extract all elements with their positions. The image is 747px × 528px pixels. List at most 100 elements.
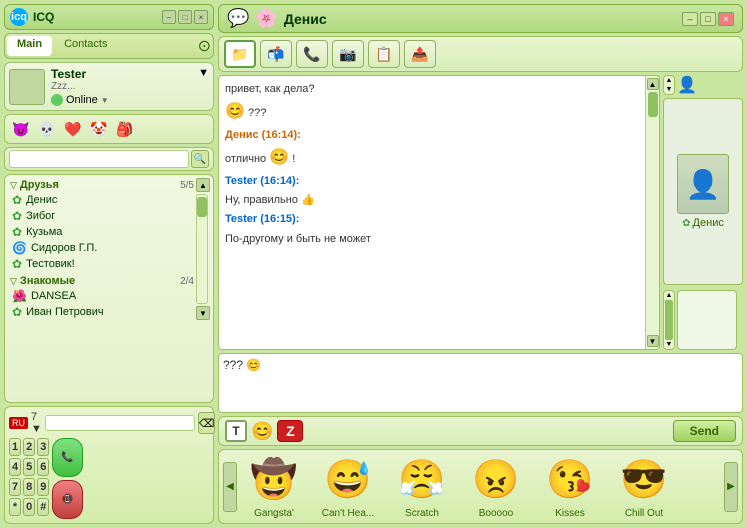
scrollbar-thumb[interactable] xyxy=(648,92,658,117)
mood-skull[interactable]: 💀 xyxy=(36,118,58,140)
chat-header-icon2: 🌸 xyxy=(255,8,277,29)
call-button[interactable]: 📞 xyxy=(52,438,82,477)
contacts-scroll-up[interactable]: ▲ xyxy=(196,178,210,192)
key-star[interactable]: * xyxy=(9,498,21,516)
tab-contacts[interactable]: Contacts xyxy=(54,36,117,56)
message-input[interactable]: ??? 😊 xyxy=(223,358,738,408)
format-text-button[interactable]: T xyxy=(225,420,247,442)
key-0[interactable]: 0 xyxy=(23,498,35,516)
user-name: Tester xyxy=(51,67,109,81)
status-label: Online xyxy=(66,94,98,106)
avatar-name-text: Денис xyxy=(693,217,724,229)
sidebar-scroll-down[interactable]: ▼ xyxy=(666,86,673,93)
sidebar-bot-thumb[interactable] xyxy=(665,300,673,340)
emoticons-prev-button[interactable]: ◀ xyxy=(223,462,237,512)
key-2[interactable]: 2 xyxy=(23,438,35,456)
chat-maximize-button[interactable]: □ xyxy=(700,12,716,26)
key-8[interactable]: 8 xyxy=(23,478,35,496)
emoji-picker-button[interactable]: 😊 xyxy=(251,421,273,442)
status-dropdown[interactable]: ▼ xyxy=(101,96,109,105)
contact-flower-icon: ✿ xyxy=(12,257,22,271)
contact-denis[interactable]: ✿ Денис xyxy=(8,192,196,208)
chat-toolbar: 📁 📬 📞 📷 📋 📤 xyxy=(218,36,743,72)
toolbar-camera-btn[interactable]: 📷 xyxy=(332,40,364,68)
maximize-button[interactable]: □ xyxy=(178,10,192,24)
emoticons-next-button[interactable]: ▶ xyxy=(724,462,738,512)
chat-title: Денис xyxy=(284,11,327,27)
tab-main[interactable]: Main xyxy=(7,36,52,56)
phone-input[interactable] xyxy=(45,415,195,431)
chat-sidebar: ▲ ▼ 👤 👤 ✿ Денис ▲ ▼ xyxy=(663,75,743,350)
emot-chillout[interactable]: 😎 Chill Out xyxy=(609,454,679,519)
scroll-up-btn[interactable]: ▲ xyxy=(647,78,659,90)
contact-kuzma[interactable]: ✿ Кузьма xyxy=(8,224,196,240)
toolbar-mail-btn[interactable]: 📬 xyxy=(260,40,292,68)
toolbar-file-btn[interactable]: 📁 xyxy=(224,40,256,68)
key-3[interactable]: 3 xyxy=(37,438,49,456)
emot-canthear[interactable]: 😅 Can't Hea... xyxy=(313,454,383,519)
key-7[interactable]: 7 xyxy=(9,478,21,496)
msg-text: По-другому и быть не может xyxy=(225,233,371,245)
chat-avatar-box: 👤 ✿ Денис xyxy=(663,98,743,285)
sidebar-bot-scroll-down[interactable]: ▼ xyxy=(666,341,673,348)
contact-zibog[interactable]: ✿ Зибог xyxy=(8,208,196,224)
user-menu-arrow[interactable]: ▼ xyxy=(198,67,209,79)
chat-close-button[interactable]: × xyxy=(718,12,734,26)
end-call-button[interactable]: 📵 xyxy=(52,480,82,519)
emot-gangsta[interactable]: 🤠 Gangsta' xyxy=(239,454,309,519)
toolbar-clipboard-btn[interactable]: 📋 xyxy=(368,40,400,68)
close-button[interactable]: × xyxy=(194,10,208,24)
emot-scratch[interactable]: 😤 Scratch xyxy=(387,454,457,519)
key-4[interactable]: 4 xyxy=(9,458,21,476)
contact-ivan[interactable]: ✿ Иван Петрович xyxy=(8,304,196,320)
user-details: Tester Zzz... Online ▼ xyxy=(51,67,109,106)
mood-bag[interactable]: 🎒 xyxy=(114,118,136,140)
emot-booooo[interactable]: 😠 Booooo xyxy=(461,454,531,519)
key-6[interactable]: 6 xyxy=(37,458,49,476)
sidebar-scroll-up[interactable]: ▲ xyxy=(666,77,673,84)
emot-kisses[interactable]: 😘 Kisses xyxy=(535,454,605,519)
sidebar-person-icon[interactable]: 👤 xyxy=(677,75,697,95)
search-button[interactable]: 🔍 xyxy=(191,150,209,168)
toolbar-share-btn[interactable]: 📤 xyxy=(404,40,436,68)
sidebar-bot-scroll-up[interactable]: ▲ xyxy=(666,292,673,299)
chat-area: привет, как дела? 😊 ??? Денис (16:14): о… xyxy=(218,75,743,350)
contact-name: Зибог xyxy=(26,210,55,222)
phone-backspace-btn[interactable]: ⌫ xyxy=(198,412,216,434)
key-9[interactable]: 9 xyxy=(37,478,49,496)
sidebar-scroll-bot: ▲ ▼ xyxy=(663,290,675,350)
search-input[interactable] xyxy=(9,150,189,168)
mood-devil[interactable]: 😈 xyxy=(10,118,32,140)
group-acquaintances-header[interactable]: ▽ Знакомые 2/4 xyxy=(8,274,196,288)
contact-sidorov[interactable]: 🌀 Сидоров Г.П. xyxy=(8,240,196,256)
key-hash[interactable]: # xyxy=(37,498,49,516)
phone-flag: RU xyxy=(9,417,28,429)
status-row: Online ▼ xyxy=(51,94,109,106)
mood-heart[interactable]: ❤️ xyxy=(62,118,84,140)
send-button[interactable]: Send xyxy=(673,420,736,442)
contacts-scrollbar-thumb[interactable] xyxy=(197,197,207,217)
phone-code: 7 ▼ xyxy=(31,411,42,435)
scroll-down-btn[interactable]: ▼ xyxy=(647,335,659,347)
minimize-button[interactable]: – xyxy=(162,10,176,24)
icq-header: icq ICQ – □ × xyxy=(4,4,214,30)
contact-name: Кузьма xyxy=(26,226,62,238)
mood-clown[interactable]: 🤡 xyxy=(88,118,110,140)
msg-sender-denis: Денис (16:14): xyxy=(225,128,643,143)
expand-icon[interactable]: ⊙ xyxy=(198,36,211,56)
input-area[interactable]: ??? 😊 xyxy=(218,353,743,413)
group-friends-header[interactable]: ▽ Друзья 5/5 xyxy=(8,178,196,192)
contact-dansea[interactable]: 🌺 DANSEA xyxy=(8,288,196,304)
contacts-scroll-down[interactable]: ▼ xyxy=(196,306,210,320)
toolbar-phone-btn[interactable]: 📞 xyxy=(296,40,328,68)
chat-minimize-button[interactable]: – xyxy=(682,12,698,26)
contact-testovic[interactable]: ✿ Тестовик! xyxy=(8,256,196,272)
msg-text: Ну, правильно 👍 xyxy=(225,194,315,206)
z-button[interactable]: Z xyxy=(277,420,303,442)
key-5[interactable]: 5 xyxy=(23,458,35,476)
contact-name: DANSEA xyxy=(31,290,76,302)
key-1[interactable]: 1 xyxy=(9,438,21,456)
icq-logo: icq xyxy=(10,8,28,26)
sidebar-scroll-top: ▲ ▼ xyxy=(663,75,675,95)
emot-gangsta-icon: 🤠 xyxy=(244,454,304,506)
